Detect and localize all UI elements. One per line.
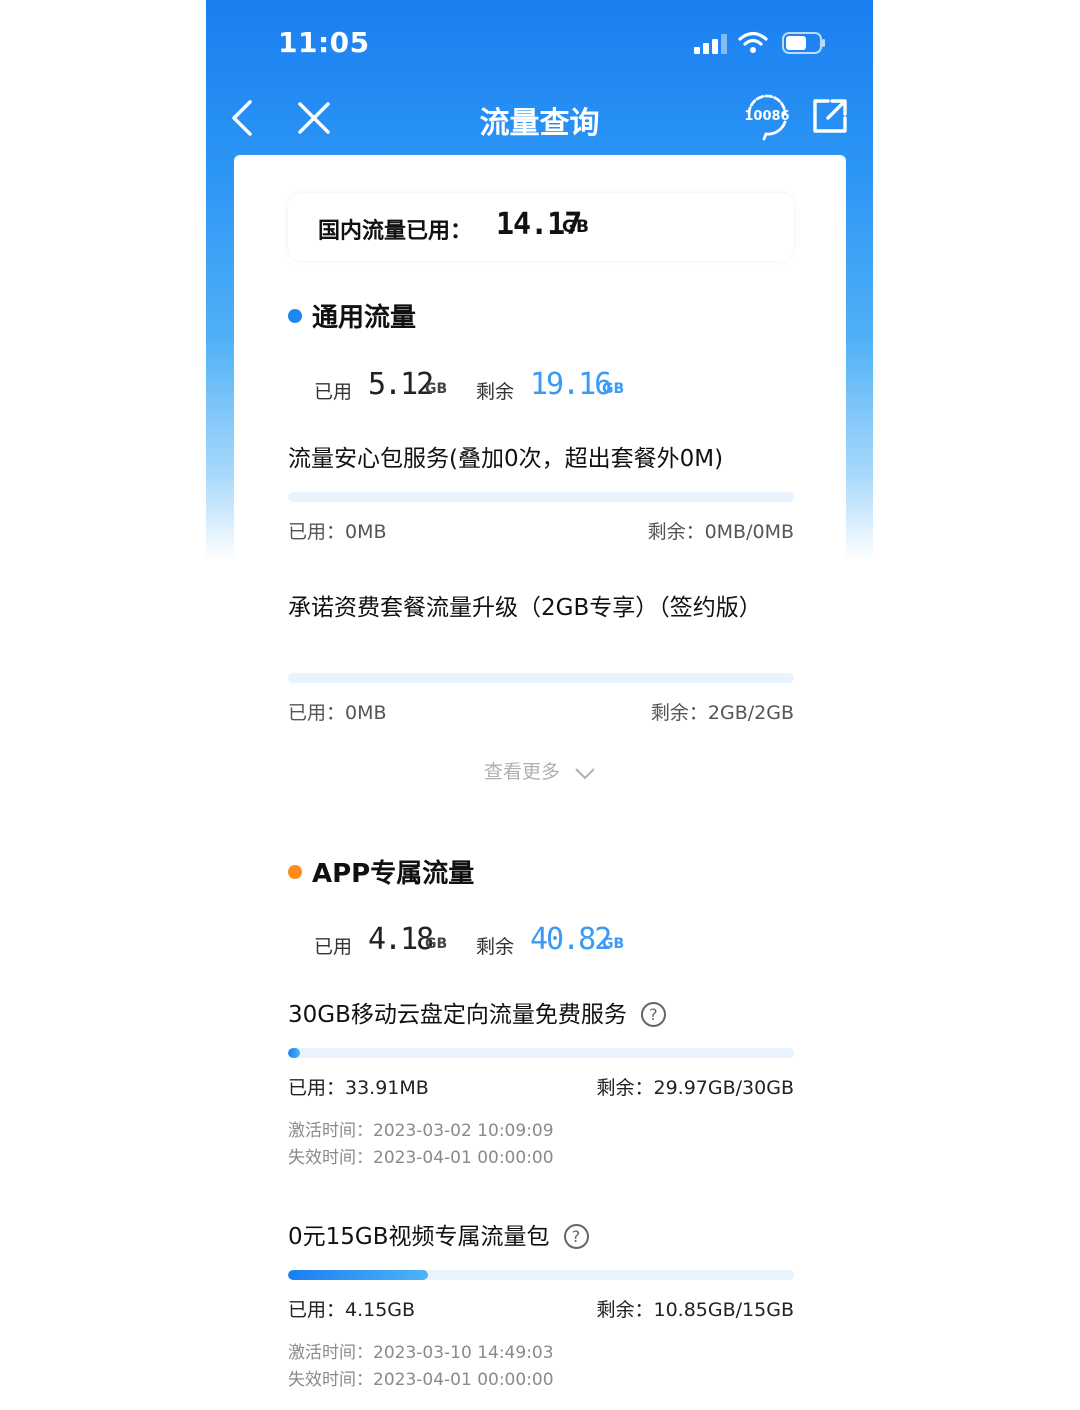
- domestic-usage-label: 国内流量已用：: [318, 219, 473, 244]
- activate-time: 激活时间：2023-03-10 14:49:03: [288, 1343, 554, 1363]
- view-more-button[interactable]: 查看更多: [234, 757, 846, 784]
- package-remain-text: 剩余：10.85GB/15GB: [596, 1299, 795, 1321]
- app-remain-unit: GB: [602, 936, 625, 952]
- orange-dot-icon: [288, 865, 302, 879]
- package-usage-meta: 已用：0MB 剩余：2GB/2GB: [288, 698, 794, 725]
- package-name: 0元15GB视频专属流量包: [288, 1224, 550, 1250]
- general-used-label: 已用: [314, 381, 353, 403]
- general-used-unit: GB: [425, 381, 448, 397]
- general-used-value: 5.12: [368, 367, 434, 402]
- package-used-text: 已用：0MB: [288, 702, 387, 724]
- package-name: 承诺资费套餐流量升级（2GB专享）（签约版）: [288, 595, 762, 621]
- package-progress-bar: [288, 673, 794, 683]
- battery-icon: [782, 32, 825, 54]
- package-progress-bar: [288, 1048, 794, 1058]
- general-remain-value: 19.16: [530, 367, 612, 402]
- progress-fill: [288, 1270, 429, 1280]
- package-used-text: 已用：33.91MB: [288, 1077, 429, 1099]
- package-remain-text: 剩余：29.97GB/30GB: [596, 1077, 795, 1099]
- package-remain-text: 剩余：2GB/2GB: [650, 702, 794, 724]
- general-title-text: 通用流量: [312, 303, 417, 333]
- status-time: 11:05: [278, 26, 370, 59]
- app-usage-row: 已用 4.18 GB 剩余 40.82 GB: [314, 922, 754, 962]
- package-remain-text: 剩余：0MB/0MB: [647, 521, 794, 543]
- package-used-text: 已用：4.15GB: [288, 1299, 416, 1321]
- general-usage-row: 已用 5.12 GB 剩余 19.16 GB: [314, 367, 754, 407]
- app-used-unit: GB: [425, 936, 448, 952]
- share-external-icon[interactable]: [810, 96, 850, 136]
- app-section-title: APP专属流量: [288, 853, 474, 890]
- app-package-title: 30GB移动云盘定向流量免费服务?: [288, 999, 794, 1032]
- progress-fill: [288, 1048, 301, 1058]
- package-name: 30GB移动云盘定向流量免费服务: [288, 1002, 627, 1028]
- package-used-text: 已用：0MB: [288, 521, 387, 543]
- expire-time: 失效时间：2023-04-01 00:00:00: [288, 1148, 554, 1168]
- content-card: 国内流量已用： 14.17 GB 通用流量 已用 5.12 GB 剩余 19.1…: [234, 155, 846, 1410]
- package-usage-meta: 已用：4.15GB 剩余：10.85GB/15GB: [288, 1295, 794, 1322]
- blue-dot-icon: [288, 309, 302, 323]
- package-progress-bar: [288, 492, 794, 502]
- domestic-usage-summary: 国内流量已用： 14.17 GB: [288, 193, 794, 261]
- nav-bar: 流量查询 10086: [206, 88, 873, 148]
- phone-screen: 11:05 流量查询 10086 国内流量已用： 14.17 GB 通用流量 已…: [206, 0, 873, 1410]
- package-name: 流量安心包服务(叠加0次，超出套餐外0M): [288, 446, 724, 472]
- help-question-icon[interactable]: ?: [640, 1002, 666, 1027]
- view-more-label: 查看更多: [483, 761, 560, 783]
- general-section-title: 通用流量: [288, 297, 416, 334]
- cellular-signal-icon: [694, 34, 728, 54]
- general-remain-unit: GB: [602, 381, 625, 397]
- general-remain-label: 剩余: [476, 381, 515, 403]
- package-usage-meta: 已用：33.91MB 剩余：29.97GB/30GB: [288, 1073, 794, 1100]
- package-progress-bar: [288, 1270, 794, 1280]
- domestic-usage-unit: GB: [562, 217, 589, 237]
- help-question-icon[interactable]: ?: [563, 1224, 589, 1249]
- status-bar: 11:05: [206, 0, 873, 88]
- activate-time: 激活时间：2023-03-02 10:09:09: [288, 1121, 554, 1141]
- app-used-value: 4.18: [368, 922, 434, 957]
- expire-time: 失效时间：2023-04-01 00:00:00: [288, 1370, 554, 1390]
- package-usage-meta: 已用：0MB 剩余：0MB/0MB: [288, 517, 794, 544]
- wifi-icon: [738, 31, 768, 53]
- app-remain-value: 40.82: [530, 922, 612, 957]
- app-package-title: 0元15GB视频专属流量包?: [288, 1221, 794, 1254]
- app-remain-label: 剩余: [476, 936, 515, 958]
- app-used-label: 已用: [314, 936, 353, 958]
- chevron-down-icon: [575, 768, 595, 780]
- service-number-label: 10086: [744, 109, 790, 124]
- app-title-text: APP专属流量: [312, 859, 475, 889]
